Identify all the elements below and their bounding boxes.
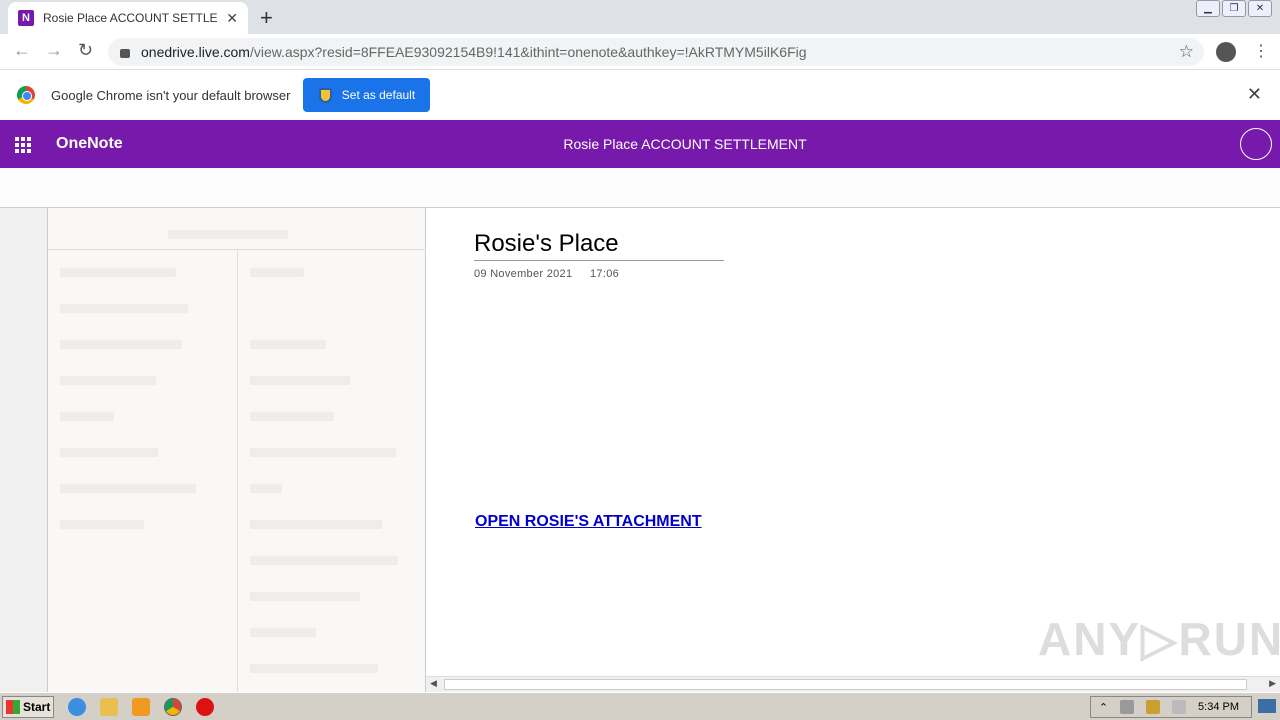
tab-title: Rosie Place ACCOUNT SETTLEMENT: [43, 11, 218, 25]
tab-bar: N Rosie Place ACCOUNT SETTLEMENT ✕ + ▁ ❐…: [0, 0, 1280, 34]
loading-placeholder: [250, 448, 396, 457]
loading-placeholder: [60, 340, 182, 349]
default-browser-infobar: Google Chrome isn't your default browser…: [0, 70, 1280, 120]
loading-placeholder: [250, 484, 282, 493]
loading-placeholder: [60, 484, 196, 493]
restore-button[interactable]: ❐: [1222, 0, 1246, 17]
onenote-favicon-icon: N: [18, 10, 34, 26]
scrollbar-thumb[interactable]: [444, 679, 1247, 690]
scroll-left-icon[interactable]: ◀: [430, 678, 437, 689]
stop-icon[interactable]: [196, 697, 214, 716]
shield-icon: [318, 87, 332, 103]
document-title: Rosie Place ACCOUNT SETTLEMENT: [563, 136, 807, 152]
loading-placeholder: [250, 592, 360, 601]
infobar-message: Google Chrome isn't your default browser: [51, 87, 291, 103]
account-icon[interactable]: [1240, 128, 1272, 160]
back-button[interactable]: ←: [13, 40, 31, 61]
page-content: Rosie's Place 09 November 2021 17:06 OPE…: [426, 208, 1280, 676]
loading-placeholder: [60, 304, 188, 313]
page-date: 09 November 2021: [474, 268, 573, 280]
loading-placeholder: [250, 340, 326, 349]
chrome-taskbar-icon[interactable]: [164, 697, 182, 716]
url-path: /view.aspx?resid=8FFEAE93092154B9!141&it…: [249, 44, 807, 60]
address-toolbar: ← → ↻ onedrive.live.com/view.aspx?resid=…: [0, 34, 1280, 70]
loading-placeholder: [60, 376, 156, 385]
loading-placeholder: [60, 520, 144, 529]
loading-placeholder: [168, 230, 288, 239]
window-controls: ▁ ❐ ✕: [1196, 0, 1272, 17]
new-tab-button[interactable]: +: [260, 5, 273, 31]
bookmark-star-icon[interactable]: ☆: [1179, 42, 1194, 62]
anyrun-watermark: ANY▷RUN: [1038, 613, 1280, 665]
network-warning-icon[interactable]: [1146, 700, 1161, 714]
navigation-gutter: [0, 208, 47, 692]
volume-icon[interactable]: [1120, 700, 1135, 714]
minimize-button[interactable]: ▁: [1196, 0, 1220, 17]
windows-logo-icon: [6, 699, 20, 714]
profile-icon[interactable]: [1216, 42, 1236, 62]
loading-placeholder: [250, 268, 304, 277]
browser-tab[interactable]: N Rosie Place ACCOUNT SETTLEMENT ✕: [8, 2, 248, 34]
system-tray: ⌃ 5:34 PM: [1089, 696, 1252, 718]
show-hidden-icons[interactable]: ⌃: [1099, 701, 1108, 714]
page-title: Rosie's Place: [474, 230, 724, 261]
tab-close-icon[interactable]: ✕: [226, 10, 238, 27]
close-window-button[interactable]: ✕: [1248, 0, 1272, 17]
loading-placeholder: [250, 556, 398, 565]
reload-button[interactable]: ↻: [78, 40, 93, 61]
file-explorer-icon[interactable]: [100, 697, 118, 716]
loading-placeholder: [250, 664, 378, 673]
set-as-default-button[interactable]: Set as default: [303, 78, 431, 112]
start-label: Start: [23, 699, 51, 714]
open-attachment-link[interactable]: OPEN ROSIE'S ATTACHMENT: [475, 513, 702, 531]
show-desktop-icon[interactable]: [1258, 699, 1276, 713]
action-center-flag-icon[interactable]: [1172, 700, 1187, 714]
loading-placeholder: [250, 376, 350, 385]
page-time: 17:06: [590, 268, 620, 280]
media-player-icon[interactable]: [132, 697, 150, 716]
lock-icon: [120, 49, 130, 58]
horizontal-scrollbar[interactable]: ◀ ▶: [426, 676, 1280, 692]
loading-placeholder: [250, 520, 382, 529]
column-divider: [237, 250, 238, 692]
onenote-header: OneNote Rosie Place ACCOUNT SETTLEMENT: [0, 120, 1280, 168]
ribbon-area: [0, 168, 1280, 208]
menu-kebab-icon[interactable]: ⋮: [1253, 41, 1269, 61]
taskbar: Start ⌃ 5:34 PM: [0, 692, 1280, 720]
internet-explorer-icon[interactable]: [68, 697, 86, 716]
url-host: onedrive.live.com: [141, 44, 250, 60]
loading-placeholder: [60, 448, 158, 457]
loading-navigation-panel: [47, 208, 426, 692]
loading-placeholder: [250, 628, 316, 637]
clock[interactable]: 5:34 PM: [1198, 701, 1239, 713]
start-button[interactable]: Start: [2, 695, 54, 718]
set-as-default-label: Set as default: [341, 88, 416, 102]
chrome-icon: [17, 86, 35, 104]
panel-header: [48, 208, 426, 250]
scroll-right-icon[interactable]: ▶: [1269, 678, 1276, 689]
url-input[interactable]: onedrive.live.com/view.aspx?resid=8FFEAE…: [108, 38, 1204, 66]
forward-button[interactable]: →: [45, 40, 63, 61]
loading-placeholder: [60, 412, 114, 421]
loading-placeholder: [60, 268, 176, 277]
loading-placeholder: [250, 412, 334, 421]
infobar-close-icon[interactable]: ✕: [1247, 84, 1262, 105]
